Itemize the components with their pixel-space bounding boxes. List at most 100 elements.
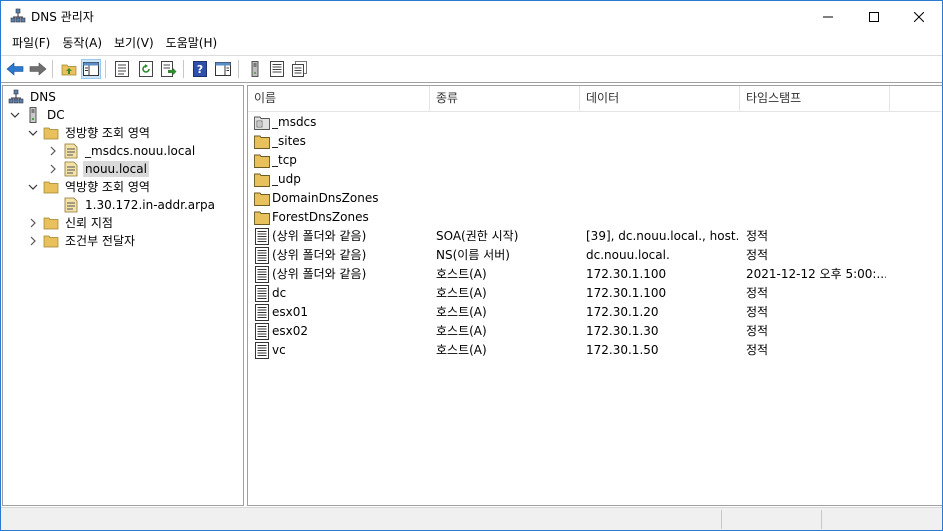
tree-item-msdcs-zone[interactable]: _msdcs.nouu.local [47, 142, 197, 160]
close-button[interactable] [896, 1, 942, 32]
export-list-icon [161, 61, 177, 77]
tree-item-nouu-local-zone[interactable]: nouu.local [47, 160, 149, 178]
list-item[interactable]: _udp [248, 170, 941, 189]
cell-type [436, 132, 576, 151]
tree-item-dc-server[interactable]: DC [9, 106, 67, 124]
server-icon [25, 107, 41, 123]
collapse-chevron-icon[interactable] [27, 181, 39, 193]
forward-button[interactable] [28, 59, 48, 79]
title-bar[interactable]: DNS 관리자 [1, 1, 942, 32]
tree-item-dns-root[interactable]: DNS [8, 88, 58, 106]
help-icon: ? [193, 61, 207, 77]
server-icon [251, 61, 259, 77]
column-header-data[interactable]: 데이터 [580, 86, 740, 111]
refresh-button[interactable] [136, 59, 156, 79]
record-icon [254, 285, 270, 302]
back-button[interactable] [5, 59, 25, 79]
minimize-button[interactable] [805, 1, 851, 32]
cell-timestamp [746, 170, 886, 189]
folder-icon [43, 215, 59, 231]
collapse-chevron-icon[interactable] [9, 109, 21, 121]
list-item[interactable]: _sites [248, 132, 941, 151]
cell-data [586, 170, 738, 189]
column-header-type[interactable]: 종류 [430, 86, 580, 111]
record-icon [254, 228, 270, 245]
column-header-timestamp[interactable]: 타임스탬프 [740, 86, 890, 111]
cell-timestamp: 2021-12-12 오후 5:00:... [746, 267, 886, 281]
expand-chevron-icon[interactable] [27, 217, 39, 229]
list-item[interactable]: DomainDnsZones [248, 189, 941, 208]
tree-label-trust-points: 신뢰 지점 [65, 216, 113, 230]
folder-icon [254, 209, 270, 226]
show-hide-action-pane-button[interactable] [213, 59, 233, 79]
cell-data: 172.30.1.50 [586, 343, 659, 357]
list-item[interactable]: (상위 폴더와 같음) SOA(권한 시작) [39], dc.nouu.local… [248, 227, 941, 246]
expand-chevron-icon[interactable] [27, 235, 39, 247]
tree-label-conditional-forwarders: 조건부 전달자 [65, 234, 136, 248]
cell-data: [39], dc.nouu.local., host... [586, 229, 738, 243]
folder-icon [254, 171, 270, 188]
menu-view[interactable]: 보기(V) [108, 32, 160, 54]
cell-name: DomainDnsZones [272, 191, 379, 205]
export-list-button[interactable] [159, 59, 179, 79]
refresh-icon [139, 61, 153, 77]
expand-chevron-icon[interactable] [47, 163, 59, 175]
cell-name: dc [272, 286, 287, 300]
record-copy-icon [292, 61, 307, 77]
folder-icon [254, 152, 270, 169]
tree-label-reverse-zone: 1.30.172.in-addr.arpa [85, 198, 216, 212]
console-tree[interactable]: DNS DC 정방향 조회 영역 _msdcs.nouu.local nouu.… [2, 85, 244, 506]
list-item[interactable]: ForestDnsZones [248, 208, 941, 227]
tree-item-reverse-zone[interactable]: 1.30.172.in-addr.arpa [63, 196, 217, 214]
cell-name: _msdcs [272, 115, 317, 129]
show-hide-console-tree-button[interactable] [81, 59, 101, 79]
list-item[interactable]: _tcp [248, 151, 941, 170]
copy-records-button[interactable] [290, 59, 310, 79]
tree-item-reverse-zones[interactable]: 역방향 조회 영역 [27, 178, 152, 196]
action-pane-icon [215, 62, 231, 76]
cell-name: (상위 폴더와 같음) [272, 267, 367, 281]
cell-type [436, 170, 576, 189]
tree-label-nouu-local: nouu.local [83, 161, 149, 177]
maximize-button[interactable] [851, 1, 897, 32]
expand-chevron-icon[interactable] [47, 145, 59, 157]
cell-type: 호스트(A) [436, 286, 487, 300]
tree-item-trust-points[interactable]: 신뢰 지점 [27, 214, 115, 232]
delegated-zone-icon [254, 114, 270, 131]
records-list[interactable]: 이름 종류 데이터 타임스탬프 _msdcs _sites _tcp _udp Doma… [247, 85, 942, 506]
cell-timestamp: 정적 [746, 248, 769, 262]
up-one-level-button[interactable] [59, 59, 79, 79]
list-item[interactable]: esx02 호스트(A) 172.30.1.30 정적 [248, 322, 941, 341]
show-hide-tree-icon [83, 62, 99, 76]
list-item[interactable]: esx01 호스트(A) 172.30.1.20 정적 [248, 303, 941, 322]
cell-timestamp: 정적 [746, 286, 769, 300]
tree-item-forward-zones[interactable]: 정방향 조회 영역 [27, 124, 152, 142]
menu-help[interactable]: 도움말(H) [160, 32, 224, 54]
zone-icon [63, 161, 79, 177]
cell-type [436, 151, 576, 170]
cell-name: (상위 폴더와 같음) [272, 248, 367, 262]
window-title: DNS 관리자 [31, 10, 94, 24]
cell-data: 172.30.1.30 [586, 324, 659, 338]
menu-action[interactable]: 동작(A) [56, 32, 108, 54]
zone-icon [63, 143, 79, 159]
record-icon [254, 247, 270, 264]
list-item[interactable]: vc 호스트(A) 172.30.1.50 정적 [248, 341, 941, 360]
tree-item-conditional-forwarders[interactable]: 조건부 전달자 [27, 232, 137, 250]
column-header-name[interactable]: 이름 [248, 86, 430, 111]
cell-name: ForestDnsZones [272, 210, 369, 224]
back-arrow-icon [6, 62, 24, 76]
record-icon [254, 342, 270, 359]
server-button[interactable] [245, 59, 265, 79]
list-item[interactable]: (상위 폴더와 같음) 호스트(A) 172.30.1.100 2021-12-12 … [248, 265, 941, 284]
list-item[interactable]: (상위 폴더와 같음) NS(이름 서버) dc.nouu.local. 정적 [248, 246, 941, 265]
list-item[interactable]: _msdcs [248, 113, 941, 132]
menu-file[interactable]: 파일(F) [6, 32, 56, 54]
zone-icon [63, 197, 79, 213]
list-item[interactable]: dc 호스트(A) 172.30.1.100 정적 [248, 284, 941, 303]
properties-button[interactable] [112, 59, 132, 79]
help-button[interactable]: ? [190, 59, 210, 79]
status-bar [1, 507, 942, 530]
records-button[interactable] [267, 59, 287, 79]
collapse-chevron-icon[interactable] [27, 127, 39, 139]
